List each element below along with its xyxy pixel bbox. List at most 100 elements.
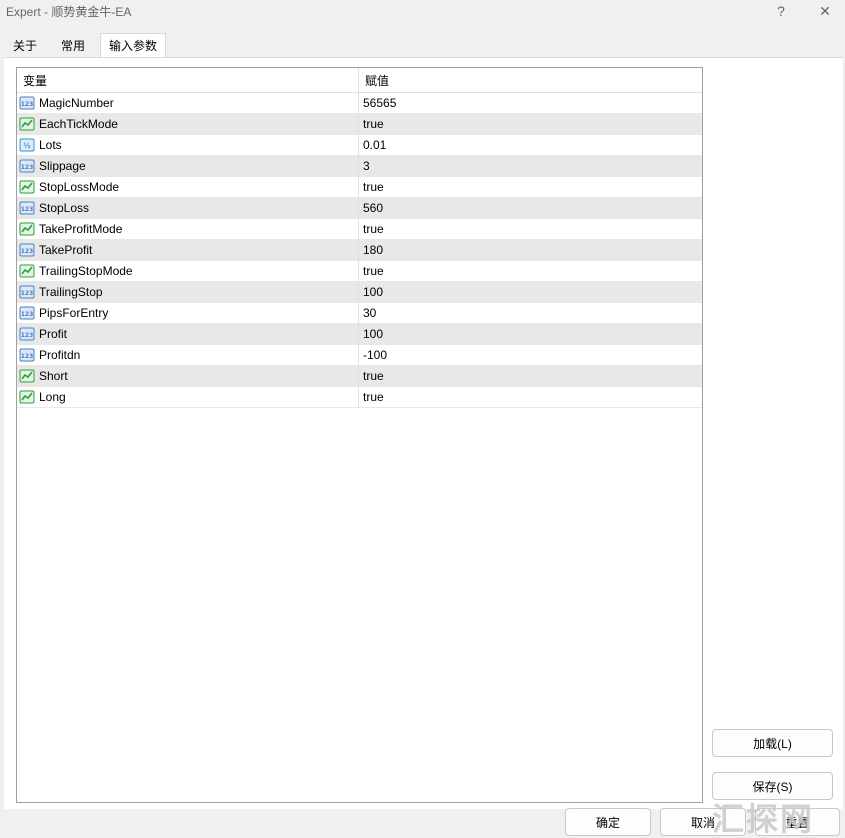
variable-cell[interactable]: StopLossMode [17, 177, 359, 197]
integer-icon: 123 [19, 347, 35, 363]
grid-header: 变量 赋值 [17, 68, 702, 93]
table-row[interactable]: 123 PipsForEntry 30 [17, 303, 702, 324]
svg-text:123: 123 [21, 101, 34, 108]
title-bar: Expert - 顺势黄金牛-EA ? ✕ [0, 0, 845, 22]
value-cell[interactable]: true [359, 366, 702, 386]
value-cell[interactable]: 0.01 [359, 135, 702, 155]
variable-name: Lots [39, 138, 62, 152]
variable-name: StopLossMode [39, 180, 120, 194]
bool-icon [19, 116, 35, 132]
variable-name: Profitdn [39, 348, 81, 362]
integer-icon: 123 [19, 200, 35, 216]
value-cell[interactable]: true [359, 177, 702, 197]
close-button[interactable]: ✕ [810, 0, 840, 22]
svg-text:123: 123 [21, 311, 34, 318]
bool-icon [19, 263, 35, 279]
variable-cell[interactable]: Long [17, 387, 359, 407]
tab-strip: 关于 常用 输入参数 [4, 33, 167, 57]
integer-icon: 123 [19, 158, 35, 174]
table-row[interactable]: Short true [17, 366, 702, 387]
svg-text:123: 123 [21, 290, 34, 297]
value-cell[interactable]: -100 [359, 345, 702, 365]
variable-cell[interactable]: Short [17, 366, 359, 386]
variable-name: StopLoss [39, 201, 90, 215]
watermark: 汇探网 [712, 800, 815, 838]
variable-name: TrailingStop [39, 285, 103, 299]
table-row[interactable]: 123 Profitdn -100 [17, 345, 702, 366]
grid-body: 123 MagicNumber 56565 EachTickMode true ½ Lots… [17, 93, 702, 408]
variable-name: MagicNumber [39, 96, 114, 110]
variable-name: Slippage [39, 159, 86, 173]
window-title: Expert - 顺势黄金牛-EA [6, 5, 132, 19]
table-row[interactable]: 123 TrailingStop 100 [17, 282, 702, 303]
value-cell[interactable]: true [359, 261, 702, 281]
table-row[interactable]: 123 MagicNumber 56565 [17, 93, 702, 114]
bool-icon [19, 221, 35, 237]
variable-cell[interactable]: 123 PipsForEntry [17, 303, 359, 323]
integer-icon: 123 [19, 326, 35, 342]
variable-cell[interactable]: 123 TakeProfit [17, 240, 359, 260]
svg-text:123: 123 [21, 353, 34, 360]
help-button[interactable]: ? [766, 0, 796, 22]
bool-icon [19, 368, 35, 384]
value-cell[interactable]: true [359, 219, 702, 239]
variable-name: EachTickMode [39, 117, 118, 131]
tab-common[interactable]: 常用 [52, 33, 94, 57]
table-row[interactable]: ½ Lots 0.01 [17, 135, 702, 156]
svg-text:123: 123 [21, 206, 34, 213]
value-cell[interactable]: 560 [359, 198, 702, 218]
variable-name: TakeProfitMode [39, 222, 123, 236]
variable-cell[interactable]: EachTickMode [17, 114, 359, 134]
tab-about[interactable]: 关于 [4, 33, 46, 57]
svg-text:123: 123 [21, 248, 34, 255]
parameters-grid: 变量 赋值 123 MagicNumber 56565 EachTickMode tru… [16, 67, 703, 803]
variable-cell[interactable]: 123 MagicNumber [17, 93, 359, 113]
table-row[interactable]: TrailingStopMode true [17, 261, 702, 282]
variable-cell[interactable]: 123 Profit [17, 324, 359, 344]
variable-cell[interactable]: 123 TrailingStop [17, 282, 359, 302]
value-cell[interactable]: 180 [359, 240, 702, 260]
variable-cell[interactable]: 123 Profitdn [17, 345, 359, 365]
table-row[interactable]: StopLossMode true [17, 177, 702, 198]
table-row[interactable]: Long true [17, 387, 702, 408]
tab-inputs[interactable]: 输入参数 [100, 33, 167, 57]
value-cell[interactable]: 100 [359, 324, 702, 344]
double-icon: ½ [19, 137, 35, 153]
variable-name: TrailingStopMode [39, 264, 133, 278]
variable-cell[interactable]: TakeProfitMode [17, 219, 359, 239]
bool-icon [19, 389, 35, 405]
header-value[interactable]: 赋值 [359, 68, 702, 92]
value-cell[interactable]: 56565 [359, 93, 702, 113]
variable-name: Long [39, 390, 66, 404]
table-row[interactable]: TakeProfitMode true [17, 219, 702, 240]
variable-cell[interactable]: 123 Slippage [17, 156, 359, 176]
load-button[interactable]: 加载(L) [712, 729, 833, 757]
integer-icon: 123 [19, 305, 35, 321]
table-row[interactable]: 123 Profit 100 [17, 324, 702, 345]
bool-icon [19, 179, 35, 195]
table-row[interactable]: EachTickMode true [17, 114, 702, 135]
variable-cell[interactable]: ½ Lots [17, 135, 359, 155]
integer-icon: 123 [19, 95, 35, 111]
table-row[interactable]: 123 StopLoss 560 [17, 198, 702, 219]
integer-icon: 123 [19, 242, 35, 258]
variable-name: PipsForEntry [39, 306, 109, 320]
variable-cell[interactable]: 123 StopLoss [17, 198, 359, 218]
value-cell[interactable]: 100 [359, 282, 702, 302]
svg-text:123: 123 [21, 332, 34, 339]
table-row[interactable]: 123 Slippage 3 [17, 156, 702, 177]
variable-name: Short [39, 369, 68, 383]
variable-name: Profit [39, 327, 68, 341]
table-row[interactable]: 123 TakeProfit 180 [17, 240, 702, 261]
integer-icon: 123 [19, 284, 35, 300]
variable-cell[interactable]: TrailingStopMode [17, 261, 359, 281]
variable-name: TakeProfit [39, 243, 93, 257]
ok-button[interactable]: 确定 [565, 808, 651, 836]
value-cell[interactable]: 30 [359, 303, 702, 323]
svg-text:½: ½ [23, 142, 30, 150]
svg-text:123: 123 [21, 164, 34, 171]
value-cell[interactable]: true [359, 387, 702, 407]
header-variable[interactable]: 变量 [17, 68, 359, 92]
value-cell[interactable]: true [359, 114, 702, 134]
value-cell[interactable]: 3 [359, 156, 702, 176]
